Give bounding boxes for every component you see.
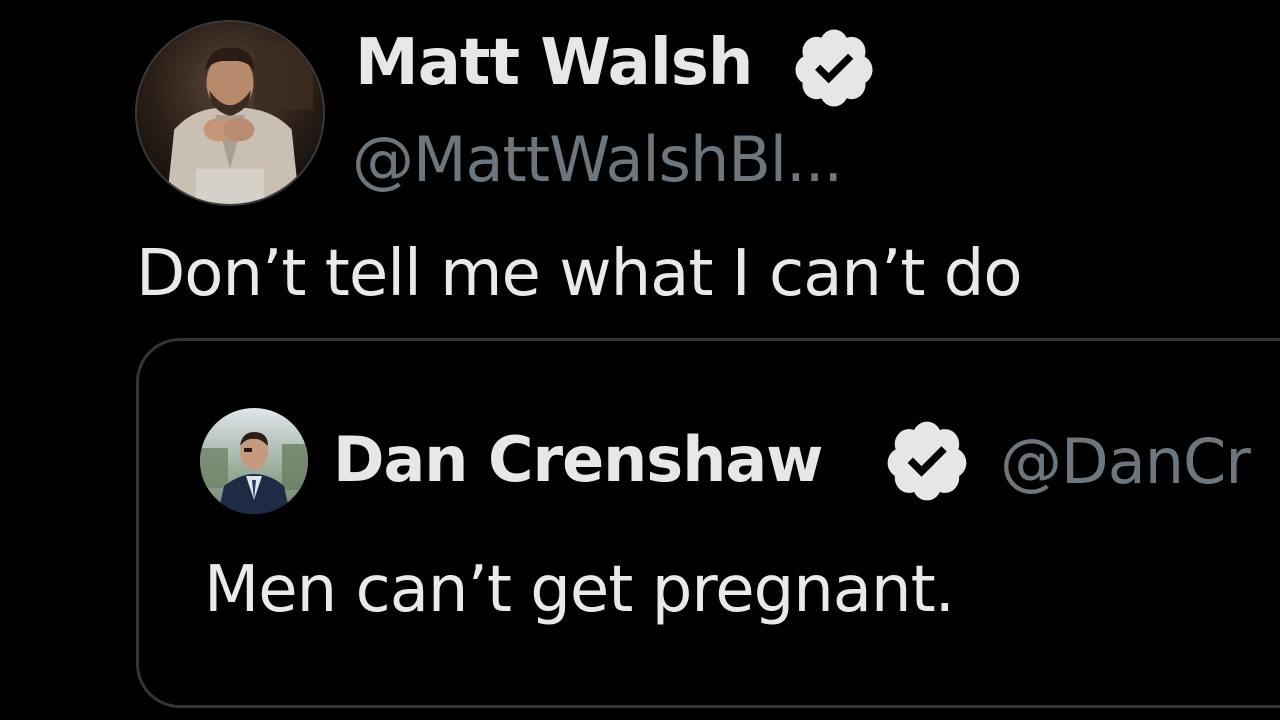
tweet-screenshot: Matt Walsh @MattWalshBl... Don’t tell me…	[0, 0, 1280, 720]
avatar-photo-icon	[137, 22, 323, 204]
quoted-author-name[interactable]: Dan Crenshaw	[333, 418, 823, 502]
verified-badge-icon	[882, 416, 972, 506]
quoted-author-avatar[interactable]	[200, 408, 308, 514]
quoted-author-handle[interactable]: @DanCr	[1000, 420, 1251, 504]
author-handle[interactable]: @MattWalshBl...	[352, 118, 843, 202]
tweet-text: Don’t tell me what I can’t do	[136, 237, 1023, 311]
verified-badge-icon	[790, 24, 878, 112]
author-name[interactable]: Matt Walsh	[355, 18, 753, 108]
avatar-photo-icon	[200, 408, 308, 514]
quoted-tweet-card[interactable]	[136, 338, 1280, 708]
quoted-tweet-text: Men can’t get pregnant.	[204, 553, 955, 627]
author-avatar[interactable]	[135, 20, 325, 206]
